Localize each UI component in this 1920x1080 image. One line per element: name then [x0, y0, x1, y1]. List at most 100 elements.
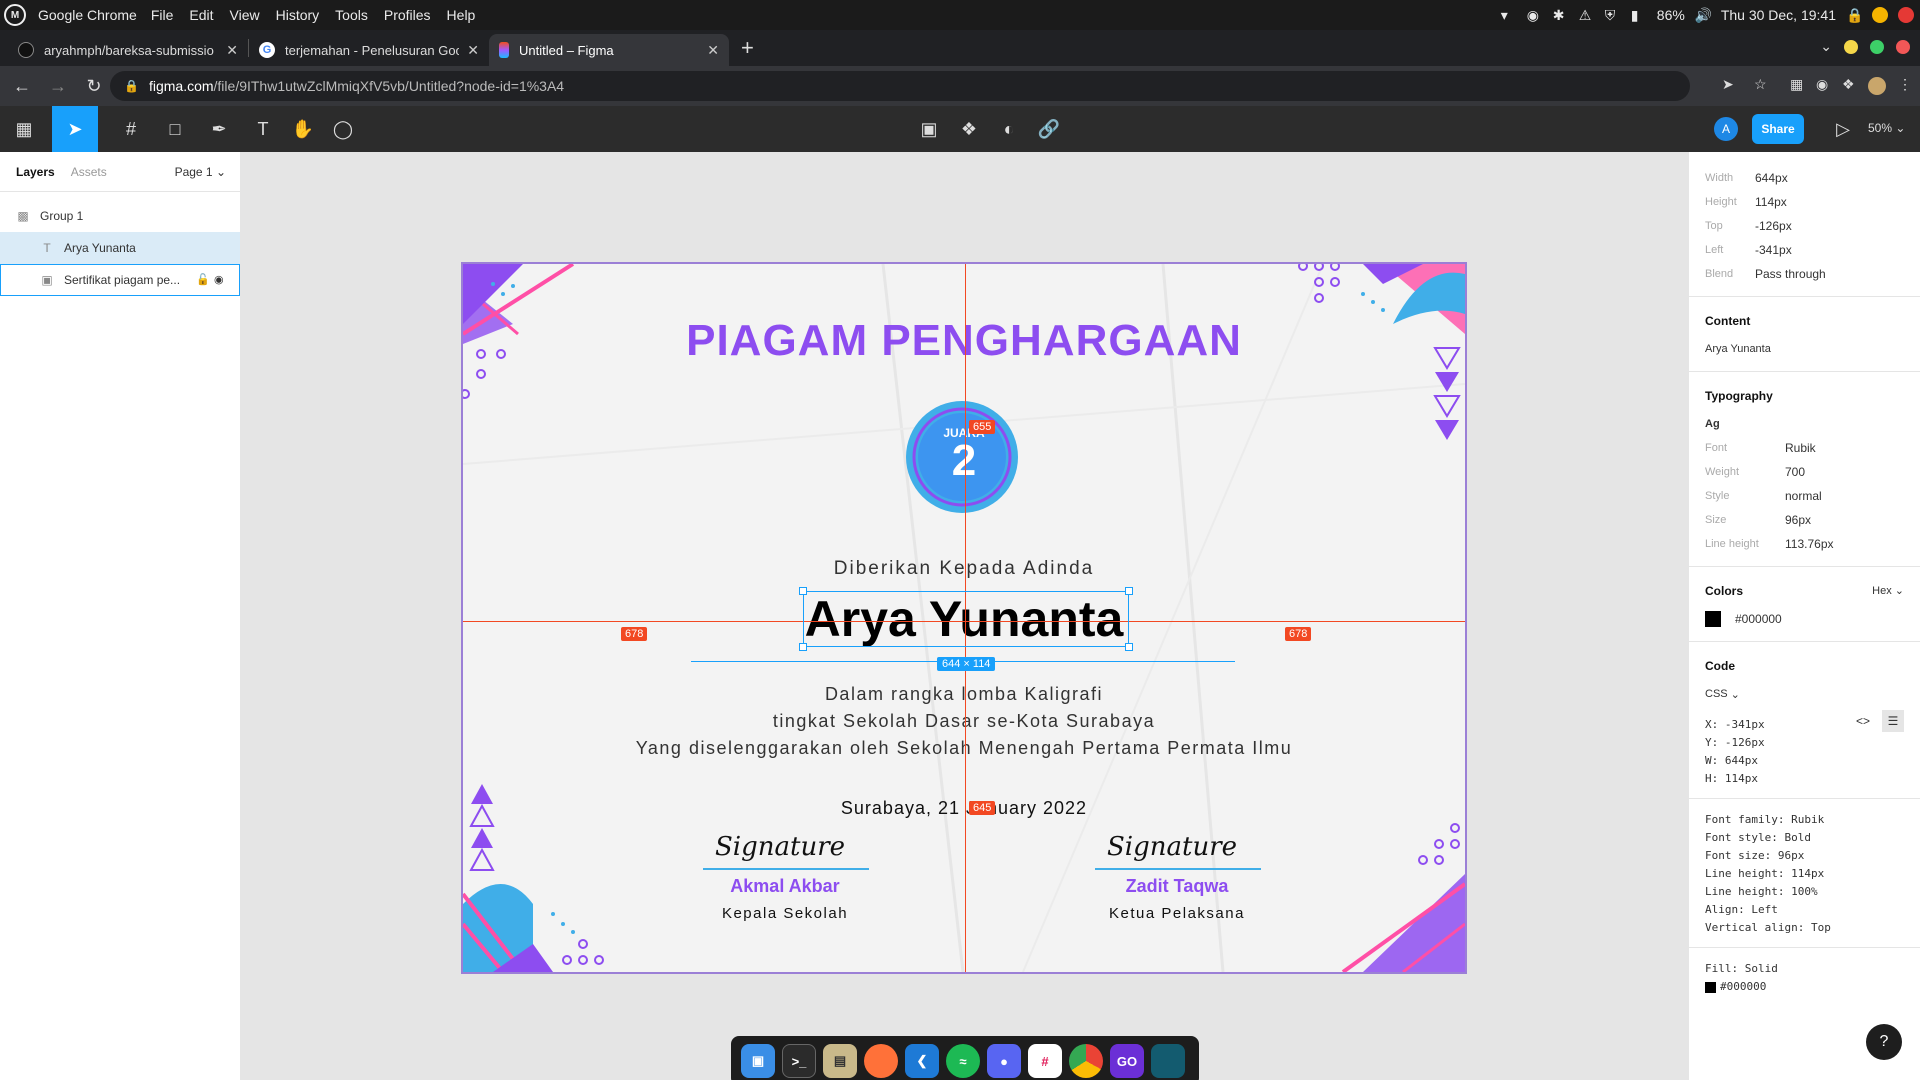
bookmark-star-icon[interactable]: ☆ [1754, 76, 1767, 93]
battery-icon[interactable]: ▮ [1631, 7, 1647, 23]
menu-file[interactable]: File [151, 7, 174, 23]
color-format-select[interactable]: Hex ⌄ [1872, 584, 1904, 597]
tab-github[interactable]: aryahmph/bareksa-submissio ✕ [8, 34, 248, 66]
share-button[interactable]: Share [1752, 114, 1804, 144]
new-tab-button[interactable]: + [741, 35, 754, 61]
tab-search-icon[interactable]: ⌄ [1820, 38, 1832, 55]
back-icon[interactable]: ← [4, 76, 40, 97]
eye-icon[interactable]: ◉ [214, 273, 224, 286]
tab-figma[interactable]: Untitled – Figma ✕ [489, 34, 729, 66]
code-view-icon[interactable]: <> [1856, 714, 1870, 728]
minimize-button[interactable] [1844, 39, 1858, 54]
close-icon[interactable]: ✕ [226, 42, 238, 59]
move-tool-icon[interactable]: ➤ [52, 106, 98, 152]
font-value[interactable]: Rubik [1785, 441, 1816, 455]
weight-value[interactable]: 700 [1785, 465, 1805, 479]
size-value[interactable]: 96px [1785, 513, 1811, 527]
user-avatar[interactable]: A [1714, 117, 1738, 141]
width-value[interactable]: 644px [1755, 171, 1788, 185]
layer-group-1[interactable]: ▩ Group 1 [0, 200, 240, 232]
description-line-3: Yang diselenggarakan oleh Sekolah Meneng… [635, 738, 1293, 758]
vscode-icon[interactable]: ❮ [905, 1044, 939, 1078]
blend-value[interactable]: Pass through [1755, 267, 1826, 281]
clock[interactable]: Thu 30 Dec, 19:41 [1721, 7, 1836, 23]
unlock-icon[interactable]: 🔓 [196, 273, 210, 286]
profile-avatar[interactable] [1868, 77, 1886, 95]
send-icon[interactable]: ➤ [1722, 76, 1734, 93]
comment-tool-icon[interactable]: ◯ [320, 106, 366, 152]
menu-help[interactable]: Help [447, 7, 476, 23]
location-icon[interactable]: ◉ [1527, 7, 1543, 23]
volume-icon[interactable]: 🔊 [1695, 7, 1712, 23]
present-play-icon[interactable]: ▷ [1820, 106, 1866, 152]
discord-icon[interactable]: ● [987, 1044, 1021, 1078]
left-value[interactable]: -341px [1755, 243, 1792, 257]
link-icon[interactable]: 🔗 [1026, 106, 1072, 152]
style-value[interactable]: normal [1785, 489, 1822, 503]
layer-sertifikat-image[interactable]: ▣ Sertifikat piagam pe... 🔓 ◉ [0, 264, 240, 296]
screen-icon[interactable] [1151, 1044, 1185, 1078]
power-icon[interactable] [1898, 7, 1914, 23]
resize-handle[interactable] [799, 587, 807, 595]
slack-icon[interactable]: # [1028, 1044, 1062, 1078]
extension-icon[interactable]: ▦ [1790, 76, 1803, 93]
menu-profiles[interactable]: Profiles [384, 7, 431, 23]
wifi-icon[interactable]: ▾ [1501, 7, 1517, 23]
reload-icon[interactable]: ↻ [76, 76, 112, 97]
frame-tool-icon[interactable]: # [108, 106, 154, 152]
color-format: Hex [1872, 585, 1892, 597]
rectangle-tool-icon[interactable]: □ [152, 106, 198, 152]
lock-icon[interactable]: 🔒 [1846, 7, 1863, 23]
height-value[interactable]: 114px [1755, 195, 1787, 209]
tab-google[interactable]: G terjemahan - Penelusuran Goo ✕ [249, 34, 489, 66]
tab-assets[interactable]: Assets [71, 165, 107, 179]
url-bar[interactable]: 🔒 figma.com/file/9IThw1utwZclMmiqXfV5vb/… [110, 71, 1690, 101]
color-row[interactable]: #000000 [1705, 607, 1904, 631]
selection-box[interactable] [803, 591, 1129, 647]
resize-handle[interactable] [1125, 587, 1133, 595]
bluetooth-icon[interactable]: ✱ [1553, 7, 1569, 23]
forward-icon[interactable]: → [40, 76, 76, 97]
archive-icon[interactable]: ▤ [823, 1044, 857, 1078]
chrome-icon[interactable] [1069, 1044, 1103, 1078]
certificate-frame[interactable]: PIAGAM PENGHARGAAN JUARA 2 Diberikan Kep… [461, 262, 1467, 974]
main-menu-icon[interactable]: ▦ [6, 106, 42, 152]
tab-layers[interactable]: Layers [16, 165, 55, 179]
active-app-name[interactable]: Google Chrome [38, 7, 137, 23]
update-icon[interactable] [1872, 7, 1888, 23]
close-icon[interactable]: ✕ [707, 42, 719, 59]
files-icon[interactable]: ▣ [741, 1044, 775, 1078]
layer-arya-yunanta[interactable]: T Arya Yunanta [0, 232, 240, 264]
close-icon[interactable]: ✕ [467, 42, 479, 59]
firefox-icon[interactable] [864, 1044, 898, 1078]
top-value[interactable]: -126px [1755, 219, 1792, 233]
terminal-icon[interactable]: >_ [782, 1044, 816, 1078]
spotify-icon[interactable]: ≈ [946, 1044, 980, 1078]
canvas[interactable]: PIAGAM PENGHARGAAN JUARA 2 Diberikan Kep… [241, 152, 1688, 1080]
content-value[interactable]: Arya Yunanta [1705, 337, 1904, 361]
menu-view[interactable]: View [230, 7, 260, 23]
zoom-level[interactable]: 50% ⌄ [1868, 121, 1905, 135]
typography-heading: Typography [1705, 389, 1773, 403]
maximize-button[interactable] [1870, 39, 1884, 54]
menu-history[interactable]: History [276, 7, 320, 23]
goland-icon[interactable]: GO [1110, 1044, 1144, 1078]
menu-edit[interactable]: Edit [189, 7, 213, 23]
list-view-icon[interactable]: ☰ [1882, 710, 1904, 732]
camera-icon[interactable]: ◉ [1816, 76, 1828, 93]
code-language-select[interactable]: CSS ⌄ [1705, 682, 1904, 706]
puzzle-icon[interactable]: ❖ [1842, 76, 1855, 93]
resize-handle[interactable] [1125, 643, 1133, 651]
pen-tool-icon[interactable]: ✒ [196, 106, 242, 152]
shield-icon[interactable]: ⛨ [1605, 7, 1621, 23]
resize-handle[interactable] [799, 643, 807, 651]
help-button[interactable]: ? [1866, 1024, 1902, 1060]
os-logo-icon[interactable]: M [4, 4, 26, 26]
menu-tools[interactable]: Tools [335, 7, 368, 23]
more-menu-icon[interactable]: ⋮ [1898, 76, 1912, 93]
page-selector[interactable]: Page 1 ⌄ [175, 165, 226, 179]
close-window-button[interactable] [1896, 39, 1910, 54]
line-height-value[interactable]: 113.76px [1785, 537, 1834, 551]
lock-icon[interactable]: 🔒 [124, 79, 139, 93]
notification-icon[interactable]: ⚠ [1579, 7, 1595, 23]
